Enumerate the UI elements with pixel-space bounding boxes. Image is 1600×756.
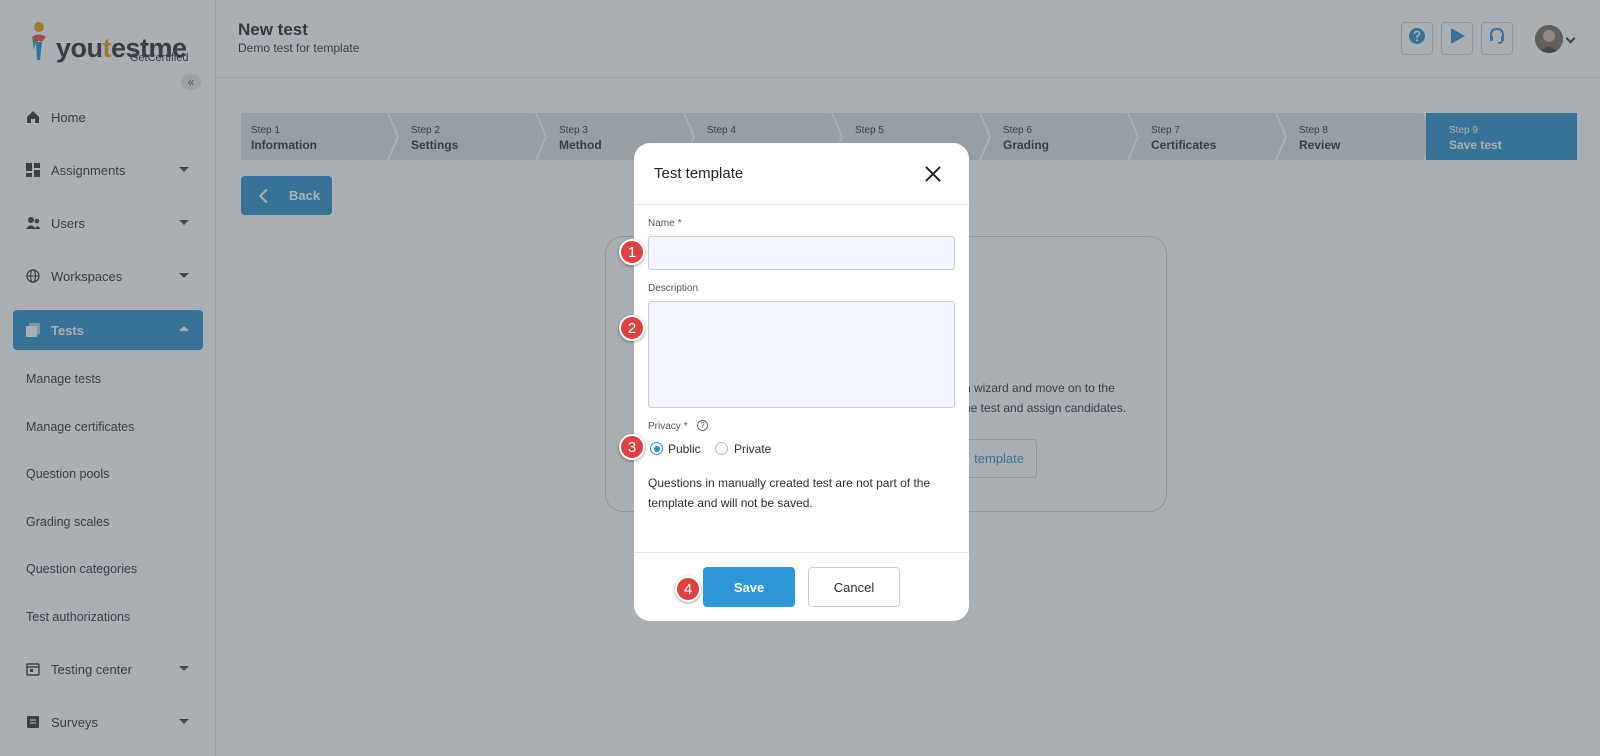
name-input[interactable] — [648, 236, 955, 270]
help-icon[interactable]: ? — [697, 420, 708, 431]
privacy-public-radio[interactable] — [650, 442, 663, 455]
dialog-title: Test template — [654, 165, 744, 182]
description-label: Description — [648, 283, 699, 294]
required-mark: * — [683, 421, 688, 432]
dialog-divider — [634, 552, 969, 553]
cancel-button[interactable]: Cancel — [808, 567, 900, 607]
name-label: Name * — [648, 218, 682, 229]
required-mark: * — [677, 218, 682, 229]
test-template-dialog: Test template Name * Description Privacy *… — [634, 143, 969, 621]
annotation-badge-2: 2 — [619, 315, 645, 341]
privacy-private-radio[interactable] — [715, 442, 728, 455]
privacy-label: Privacy * — [648, 421, 688, 432]
description-textarea[interactable] — [648, 301, 955, 408]
template-note: Questions in manually created test are n… — [648, 476, 931, 510]
privacy-label-text: Privacy — [648, 421, 681, 432]
dialog-divider — [634, 204, 969, 205]
save-button[interactable]: Save — [703, 567, 795, 607]
privacy-private-label[interactable]: Private — [734, 442, 771, 456]
name-label-text: Name — [648, 218, 675, 229]
annotation-badge-4: 4 — [675, 576, 701, 602]
annotation-badge-1: 1 — [619, 239, 645, 265]
privacy-public-label[interactable]: Public — [668, 442, 701, 456]
close-icon[interactable] — [924, 165, 942, 183]
annotation-badge-3: 3 — [619, 434, 645, 460]
